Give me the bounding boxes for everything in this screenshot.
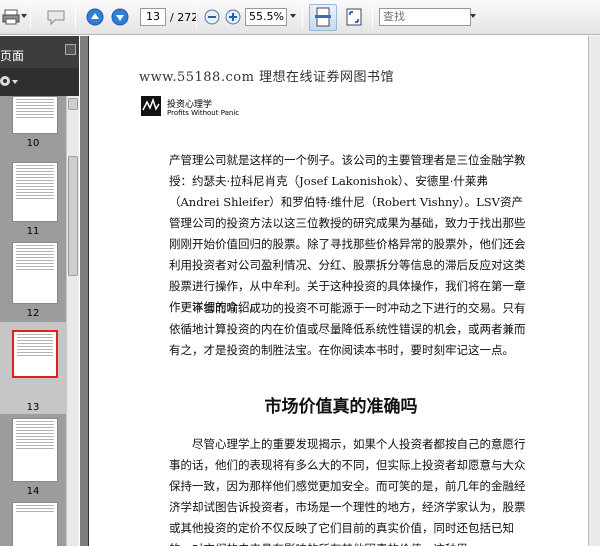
zoom-dropdown-icon[interactable] <box>290 14 296 18</box>
print-icon[interactable] <box>0 6 22 28</box>
thumbnail-label: 14 <box>26 486 40 497</box>
scroll-up-icon[interactable] <box>68 98 78 110</box>
scrollbar-thumb[interactable] <box>68 156 78 276</box>
search-input[interactable]: 查找 <box>379 8 471 26</box>
thumbnail-label: 12 <box>26 308 40 319</box>
thumbnail-label: 10 <box>26 138 40 149</box>
thumbnail-page[interactable] <box>12 96 58 134</box>
thumbnail-list: 10 11 12 13 14 <box>0 96 66 546</box>
fit-width-button[interactable] <box>309 4 337 31</box>
options-dropdown-icon[interactable] <box>12 80 18 84</box>
thumbnail-page-selected[interactable] <box>12 330 58 378</box>
body-paragraph: 不言而喻，成功的投资不可能源于一时冲动之下进行的交易。只有依循地计算投资的内在价… <box>169 301 526 357</box>
document-page: www.55188.com 理想在线证券网图书馆 投资心理学 Profits W… <box>88 36 592 546</box>
pages-panel: 页面 10 11 12 13 14 <box>0 36 79 546</box>
page-header: www.55188.com 理想在线证券网图书馆 <box>139 70 395 85</box>
search-dropdown-icon[interactable] <box>470 14 476 18</box>
comment-icon[interactable] <box>45 6 67 28</box>
book-logo-icon <box>141 96 161 116</box>
next-page-icon[interactable] <box>109 6 131 28</box>
thumbnail-page[interactable] <box>12 162 58 222</box>
thumbnail-scrollbar[interactable] <box>66 96 79 546</box>
document-viewport[interactable]: www.55188.com 理想在线证券网图书馆 投资心理学 Profits W… <box>80 36 600 546</box>
book-logo-subtitle: Profits Without Panic <box>167 109 240 117</box>
thumbnail-page[interactable] <box>12 418 58 482</box>
pages-panel-header: 页面 <box>0 36 79 68</box>
thumbnail-label: 13 <box>26 402 40 413</box>
thumbnail-label: 11 <box>26 226 40 237</box>
zoom-out-icon[interactable] <box>201 6 223 28</box>
toolbar: 13 / 272 55.5% 查找 <box>0 0 600 35</box>
body-paragraph: 产管理公司就是这样的一个例子。该公司的主要管理者是三位金融学教授：约瑟夫·拉科尼… <box>169 153 526 314</box>
section-heading: 市场价值真的准确吗 <box>264 397 418 417</box>
pages-panel-title: 页面 <box>0 49 25 63</box>
zoom-in-icon[interactable] <box>222 6 244 28</box>
print-dropdown-icon[interactable] <box>21 14 27 18</box>
page-total-label: / 272 <box>170 11 199 24</box>
full-screen-icon[interactable] <box>343 6 365 28</box>
zoom-level-select[interactable]: 55.5% <box>245 8 287 26</box>
page-number-input[interactable]: 13 <box>140 8 166 26</box>
thumbnail-page[interactable] <box>12 502 58 546</box>
document-scrollbar[interactable] <box>588 36 600 546</box>
thumbnail-page[interactable] <box>12 242 58 304</box>
previous-page-icon[interactable] <box>84 6 106 28</box>
panel-options <box>0 68 79 96</box>
body-paragraph: 尽管心理学上的重要发现揭示，如果个人投资者都按自己的意愿行事的话，他们的表现将有… <box>169 437 526 546</box>
panel-close-icon[interactable] <box>65 44 76 55</box>
